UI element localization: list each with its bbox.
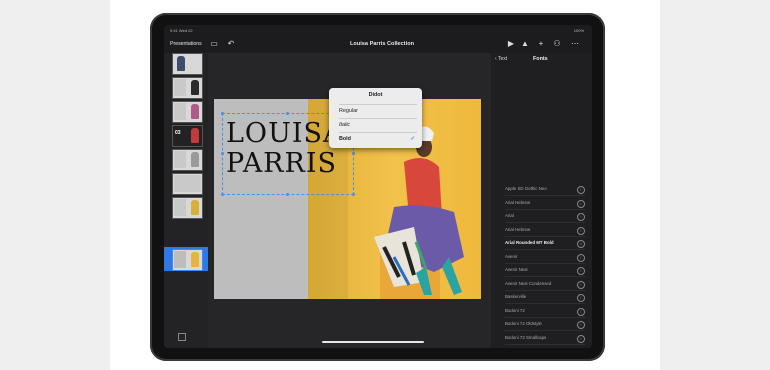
status-bar: 9:41 Wed 22 100% [164,25,592,35]
slide-thumbnail[interactable] [172,53,203,75]
slide-thumbnail[interactable] [172,101,203,123]
resize-handle[interactable] [352,193,355,196]
format-panel: ‹ Text Fonts Apple SD Gothic Neo i Arial H… [491,53,592,348]
info-icon[interactable]: i [577,294,585,302]
font-list-item[interactable]: Bodoni 72 i [505,305,585,318]
slide-options-icon[interactable] [178,333,186,341]
slide-title[interactable]: LOUISA PARRIS [226,119,343,179]
undo-icon[interactable]: ↶ [226,39,236,49]
checkmark-icon: ✓ [410,136,415,142]
font-name: Arial Hebrew [505,199,531,205]
document-title: Louisa Parris Collection [350,40,415,47]
info-icon[interactable]: i [577,199,585,208]
info-icon[interactable]: i [577,226,585,235]
info-icon[interactable]: i [577,186,585,194]
resize-handle[interactable] [221,193,224,196]
resize-handle[interactable] [352,152,355,155]
panel-header: ‹ Text Fonts [491,53,592,67]
slide-thumbnail[interactable] [172,173,203,195]
font-list-item[interactable]: Baskerville i [505,291,585,304]
font-name: Bodoni 72 [505,307,525,313]
resize-handle[interactable] [286,112,289,115]
slide-thumbnail[interactable] [172,197,203,219]
font-name: Apple SD Gothic Neo [505,186,547,191]
font-list-item[interactable]: Bodoni 72 Oldstyle i [505,318,585,331]
font-list-item[interactable]: Arial Hebrew i [505,197,585,210]
share-icon[interactable]: ⚇ [552,39,562,49]
resize-handle[interactable] [221,152,224,155]
font-name: Bodoni 72 Oldstyle [505,321,542,326]
font-name: Arial Rounded MT Bold [505,240,554,245]
more-icon[interactable]: ⋯ [570,39,580,49]
slide-list-icon[interactable]: ▭ [209,39,219,49]
info-icon[interactable]: i [577,213,585,221]
presentations-button[interactable]: Presentations [170,41,202,47]
add-icon[interactable]: + [536,39,546,49]
typeface-dropdown: Didot Regular Italic Bold ✓ [329,88,422,148]
right-backdrop [660,0,770,370]
ipad-screen: 9:41 Wed 22 100% Presentations ▭ ↶ Louis… [164,25,592,348]
font-list-item[interactable]: Avenir Next i [505,264,585,277]
slide-title-line1: LOUISA [226,118,344,149]
info-icon[interactable]: i [577,334,585,343]
back-label: Text [497,56,508,62]
font-list-item[interactable]: Arial Hebrew i [505,224,585,237]
info-icon[interactable]: i [577,253,585,262]
font-list-item[interactable]: Apple SD Gothic Neo i [505,183,585,196]
panel-title: Fonts [533,56,548,62]
resize-handle[interactable] [221,112,224,115]
slide-navigator: 03 [164,53,208,348]
slide-thumbnail[interactable]: 03 [172,125,203,147]
info-icon[interactable]: i [577,307,585,316]
info-icon[interactable]: i [577,240,585,248]
slide-thumbnail[interactable] [172,77,203,99]
toolbar: Presentations ▭ ↶ Louisa Parris Collecti… [164,37,592,53]
typeface-option-regular[interactable]: Regular [339,104,417,118]
font-list-item[interactable]: Bradley Handi [505,345,585,348]
font-name: Avenir Next [505,267,528,272]
font-name: Arial Hebrew [505,226,531,232]
font-list-item[interactable]: Arial i [505,210,585,223]
font-name: Avenir [505,253,518,259]
font-name: Baskerville [505,294,527,299]
info-icon[interactable]: i [577,321,585,329]
font-list-item[interactable]: Avenir i [505,251,585,264]
slide-thumbnail-selected[interactable] [172,249,203,271]
home-indicator [322,341,424,343]
info-icon[interactable]: i [577,267,585,275]
slide-thumbnail[interactable] [172,149,203,171]
font-name: Avenir Next Condensed [505,280,552,286]
font-name: Arial [505,213,514,218]
font-list-item[interactable]: Bodoni 72 Smallcaps i [505,332,585,345]
font-list-item[interactable]: Arial Rounded MT Bold i [505,237,585,250]
typeface-option-italic[interactable]: Italic [339,118,417,132]
play-icon[interactable]: ▶ [506,39,516,49]
left-backdrop [0,0,110,370]
status-time: 9:41 Wed 22 [170,28,193,33]
battery-indicator: 100% [573,28,584,33]
resize-handle[interactable] [286,193,289,196]
font-list-item[interactable]: Avenir Next Condensed i [505,278,585,291]
typeface-option-bold[interactable]: Bold ✓ [339,132,417,146]
dropdown-title: Didot [368,92,383,98]
slide-title-line2: PARRIS [226,148,338,179]
font-name: Bodoni 72 Smallcaps [505,334,547,340]
back-button[interactable]: ‹ Text [495,56,507,62]
image-icon[interactable]: ▲ [520,39,530,49]
info-icon[interactable]: i [577,280,585,289]
